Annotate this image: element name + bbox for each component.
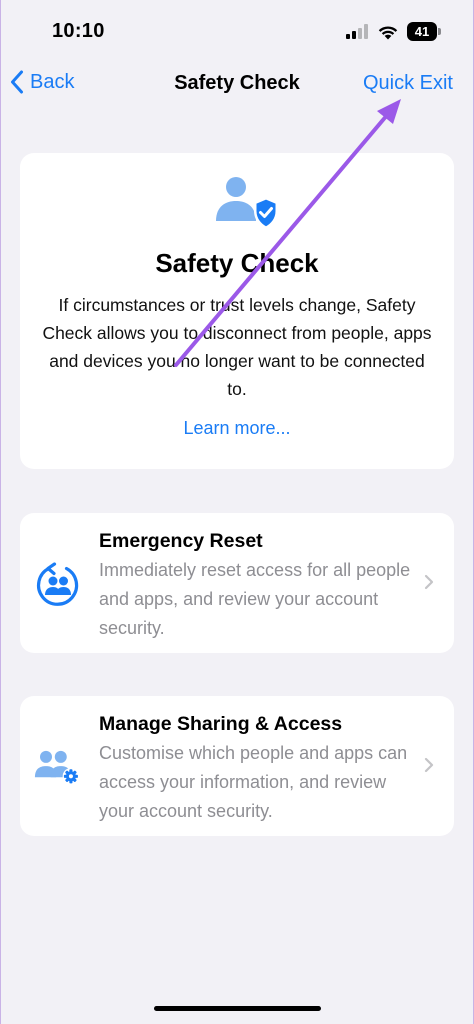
option-description: Customise which people and apps can acce… xyxy=(99,743,408,821)
battery-icon: 41 xyxy=(407,22,441,41)
home-indicator[interactable] xyxy=(154,1006,321,1011)
status-time: 10:10 xyxy=(52,20,105,42)
chevron-right-icon xyxy=(424,757,434,773)
frame-edge-left xyxy=(0,0,1,1024)
people-gear-icon xyxy=(34,750,80,785)
option-title: Emergency Reset xyxy=(99,530,263,552)
signal-icon xyxy=(346,24,368,39)
hero-title: Safety Check xyxy=(155,248,319,278)
chevron-right-icon xyxy=(424,574,434,590)
screen: 10:10 41 Back Safety Check Quick Exit Sa… xyxy=(0,0,474,1024)
person-shield-icon xyxy=(216,177,278,229)
wifi-icon xyxy=(378,26,398,40)
reset-people-icon xyxy=(36,562,79,606)
battery-level: 41 xyxy=(407,22,437,41)
option-description: Immediately reset access for all people … xyxy=(99,560,411,638)
emergency-reset-row[interactable]: Emergency Reset Immediately reset access… xyxy=(20,513,454,653)
nav-bar: Back Safety Check Quick Exit xyxy=(0,62,474,106)
manage-sharing-access-row[interactable]: Manage Sharing & Access Customise which … xyxy=(20,696,454,836)
battery-tip xyxy=(438,28,441,35)
learn-more-link[interactable]: Learn more... xyxy=(20,418,454,439)
quick-exit-button[interactable]: Quick Exit xyxy=(363,72,453,95)
status-bar: 10:10 41 xyxy=(0,0,474,60)
option-title: Manage Sharing & Access xyxy=(99,713,343,735)
hero-description: If circumstances or trust levels change,… xyxy=(42,295,432,399)
safety-check-info-card: Safety Check If circumstances or trust l… xyxy=(20,153,454,469)
